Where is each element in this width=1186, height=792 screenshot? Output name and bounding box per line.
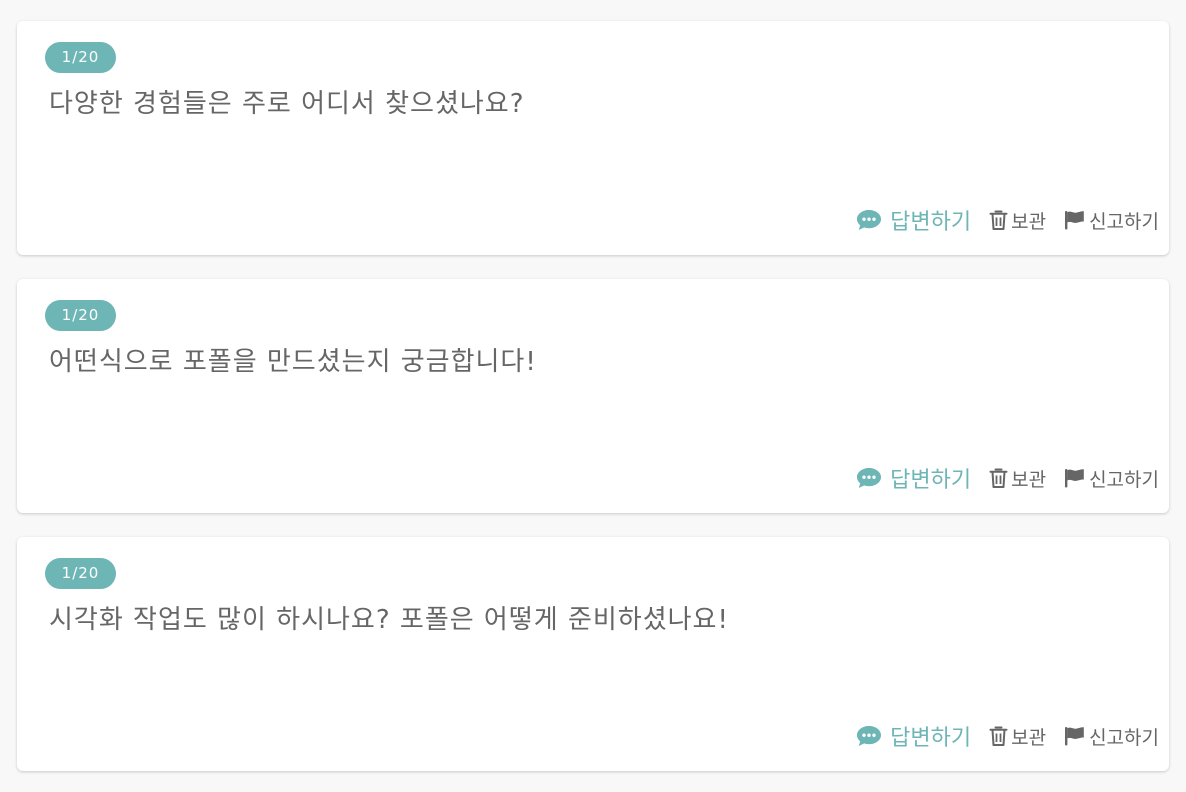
trash-icon: [989, 209, 1008, 231]
flag-icon: [1064, 210, 1085, 230]
question-text: 시각화 작업도 많이 하시나요? 포폴은 어떻게 준비하셨나요!: [49, 605, 729, 635]
chat-bubble-icon: [856, 209, 882, 231]
report-label: 신고하기: [1089, 726, 1159, 749]
progress-badge: 1/20: [45, 300, 116, 331]
archive-label: 보관: [1011, 210, 1047, 233]
report-button[interactable]: 신고하기: [1064, 465, 1159, 492]
report-label: 신고하기: [1089, 468, 1159, 491]
progress-badge: 1/20: [45, 558, 116, 589]
answer-button[interactable]: 답변하기: [856, 720, 971, 752]
flag-icon: [1064, 468, 1085, 488]
card-actions: 답변하기 보관 신고하기: [856, 721, 1159, 751]
answer-label: 답변하기: [890, 210, 972, 235]
question-card: 1/20 어떤식으로 포폴을 만드셨는지 궁금합니다! 답변하기 보관 신고하기: [17, 279, 1169, 513]
trash-icon: [989, 725, 1008, 747]
question-text: 다양한 경험들은 주로 어디서 찾으셨나요?: [49, 89, 525, 119]
question-text: 어떤식으로 포폴을 만드셨는지 궁금합니다!: [49, 347, 537, 377]
trash-icon: [989, 467, 1008, 489]
question-list: 1/20 다양한 경험들은 주로 어디서 찾으셨나요? 답변하기 보관 신고하기…: [0, 0, 1186, 792]
archive-button[interactable]: 보관: [989, 465, 1046, 492]
answer-label: 답변하기: [890, 726, 972, 751]
flag-icon: [1064, 726, 1085, 746]
chat-bubble-icon: [856, 467, 882, 489]
card-actions: 답변하기 보관 신고하기: [856, 463, 1159, 493]
question-card: 1/20 시각화 작업도 많이 하시나요? 포폴은 어떻게 준비하셨나요! 답변…: [17, 537, 1169, 771]
report-button[interactable]: 신고하기: [1064, 207, 1159, 234]
answer-button[interactable]: 답변하기: [856, 462, 971, 494]
chat-bubble-icon: [856, 725, 882, 747]
answer-label: 답변하기: [890, 468, 972, 493]
archive-button[interactable]: 보관: [989, 723, 1046, 750]
report-label: 신고하기: [1089, 210, 1159, 233]
archive-label: 보관: [1011, 726, 1047, 749]
answer-button[interactable]: 답변하기: [856, 204, 971, 236]
card-actions: 답변하기 보관 신고하기: [856, 205, 1159, 235]
archive-button[interactable]: 보관: [989, 207, 1046, 234]
progress-badge: 1/20: [45, 42, 116, 73]
report-button[interactable]: 신고하기: [1064, 723, 1159, 750]
question-card: 1/20 다양한 경험들은 주로 어디서 찾으셨나요? 답변하기 보관 신고하기: [17, 21, 1169, 255]
archive-label: 보관: [1011, 468, 1047, 491]
